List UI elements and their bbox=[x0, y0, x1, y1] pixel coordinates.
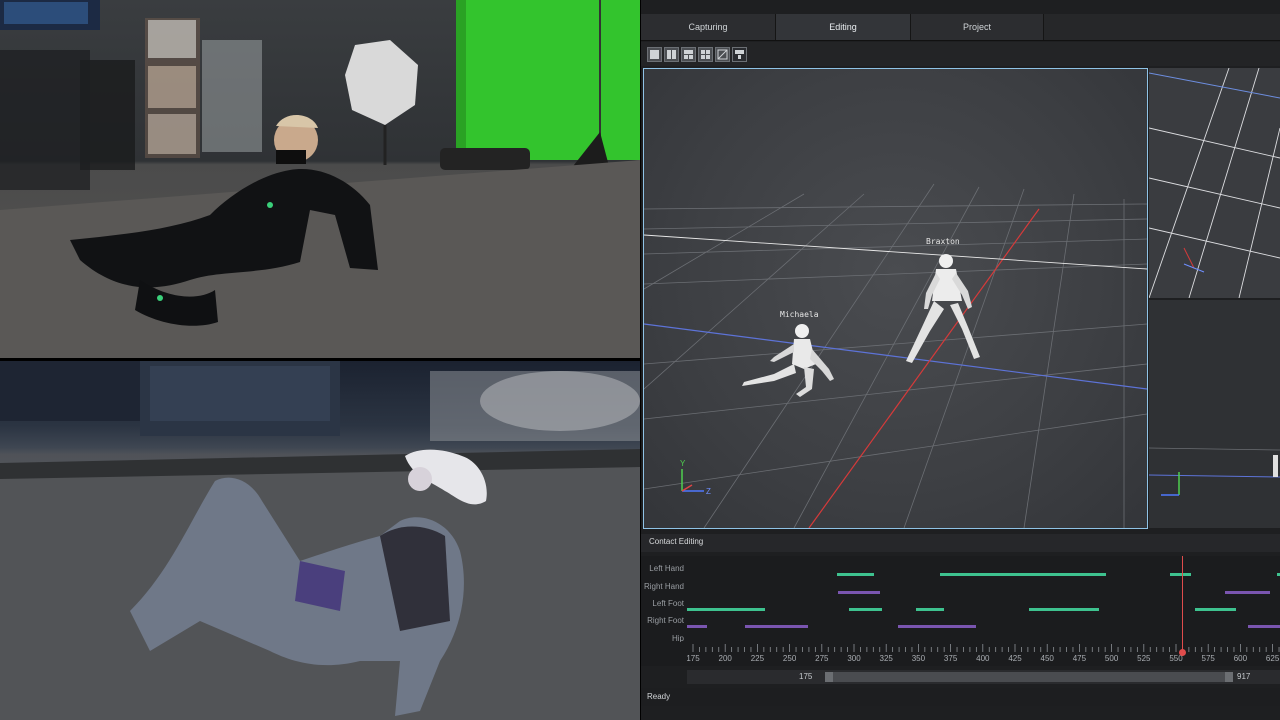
playhead-handle[interactable] bbox=[1178, 649, 1186, 656]
ruler-tick-label: 475 bbox=[1072, 654, 1087, 663]
character-label-michaela: Michaela bbox=[780, 310, 819, 319]
ruler-tick-label: 275 bbox=[815, 654, 829, 663]
contact-bar[interactable] bbox=[898, 625, 976, 628]
ruler-tick-label: 575 bbox=[1201, 654, 1215, 663]
ruler-tick-label: 600 bbox=[1233, 654, 1248, 663]
status-text: Ready bbox=[647, 692, 671, 701]
track-label-left-foot: Left Foot bbox=[652, 599, 684, 608]
character-braxton[interactable] bbox=[892, 249, 992, 374]
main-3d-viewport[interactable]: Michaela Braxton Y Z bbox=[643, 68, 1148, 529]
ruler-tick-label: 200 bbox=[718, 654, 732, 663]
tab-editing[interactable]: Editing bbox=[776, 14, 911, 40]
contact-bar[interactable] bbox=[1170, 573, 1191, 576]
single-view-icon[interactable] bbox=[647, 47, 662, 62]
ruler-tick-label: 350 bbox=[911, 654, 926, 663]
ruler-tick-label: 250 bbox=[782, 654, 797, 663]
view-layout-toolbar bbox=[641, 42, 1280, 66]
ruler-tick-label: 375 bbox=[943, 654, 958, 663]
studio-camera-feed bbox=[0, 0, 640, 358]
game-render-view bbox=[0, 361, 640, 720]
range-slider[interactable] bbox=[825, 672, 1233, 682]
ruler-tick-label: 175 bbox=[686, 654, 700, 663]
contact-editing-header: Contact Editing bbox=[641, 534, 1280, 552]
split-view-icon[interactable] bbox=[732, 47, 747, 62]
axis-label-z: Z bbox=[706, 487, 711, 496]
side-viewport-bottom-grid bbox=[1149, 447, 1280, 496]
contact-bar[interactable] bbox=[837, 573, 874, 576]
mocap-app-window: Capturing Editing Project Michaela Braxt… bbox=[641, 0, 1280, 720]
tab-capturing[interactable]: Capturing bbox=[641, 14, 776, 40]
ruler-tick-label: 325 bbox=[879, 654, 893, 663]
contact-bar[interactable] bbox=[849, 608, 882, 611]
contact-tracks[interactable]: Left Hand Right Hand Left Foot Right Foo… bbox=[641, 556, 1280, 648]
ruler-tick-label: 425 bbox=[1008, 654, 1022, 663]
game-render-image bbox=[0, 361, 640, 720]
track-label-right-foot: Right Foot bbox=[647, 616, 684, 625]
contact-bar[interactable] bbox=[1195, 608, 1236, 611]
ruler-tick-label: 450 bbox=[1040, 654, 1054, 663]
range-end-value: 917 bbox=[1237, 672, 1251, 681]
ruler-tick-label: 500 bbox=[1104, 654, 1119, 663]
character-label-braxton: Braxton bbox=[926, 237, 960, 246]
range-start-handle[interactable] bbox=[825, 672, 833, 682]
contact-editing-title: Contact Editing bbox=[649, 537, 704, 546]
contact-bar[interactable] bbox=[687, 608, 765, 611]
main-tab-bar: Capturing Editing Project bbox=[641, 14, 1280, 41]
side-viewport-bottom[interactable] bbox=[1149, 300, 1280, 528]
timeline-range-bar[interactable]: 175 917 bbox=[687, 670, 1280, 684]
track-label-left-hand: Left Hand bbox=[649, 564, 684, 573]
ruler-tick-label: 300 bbox=[847, 654, 861, 663]
ruler-tick-label: 525 bbox=[1137, 654, 1151, 663]
contact-bar[interactable] bbox=[745, 625, 808, 628]
axis-label-y: Y bbox=[680, 459, 686, 468]
tab-project[interactable]: Project bbox=[911, 14, 1044, 40]
range-start-value: 175 bbox=[799, 672, 813, 681]
three-view-icon[interactable] bbox=[681, 47, 696, 62]
contact-bar[interactable] bbox=[1225, 591, 1270, 594]
ruler-tick-label: 225 bbox=[750, 654, 765, 663]
contact-bar[interactable] bbox=[916, 608, 944, 611]
character-michaela[interactable] bbox=[734, 319, 844, 404]
range-end-handle[interactable] bbox=[1225, 672, 1233, 682]
contact-bar[interactable] bbox=[838, 591, 880, 594]
two-view-icon[interactable] bbox=[664, 47, 679, 62]
ruler-tick-label: 400 bbox=[976, 654, 990, 663]
studio-camera-image bbox=[0, 0, 640, 358]
timeline-ruler[interactable]: 175 200 225 250 275 300 325 350 375 400 425 450 475 5… bbox=[641, 556, 1280, 666]
ruler-tick-label: 625 bbox=[1265, 654, 1280, 663]
contact-bar[interactable] bbox=[687, 625, 707, 628]
contact-bar[interactable] bbox=[1029, 608, 1099, 611]
track-label-right-hand: Right Hand bbox=[643, 582, 684, 591]
custom-layout-icon[interactable] bbox=[715, 47, 730, 62]
contact-bar[interactable] bbox=[1248, 625, 1280, 628]
status-bar: Ready bbox=[641, 688, 1280, 706]
playhead-line bbox=[1182, 556, 1184, 656]
side-viewport-top[interactable] bbox=[1149, 68, 1280, 298]
contact-bar[interactable] bbox=[940, 573, 1106, 576]
side-viewport-top-grid bbox=[1149, 68, 1280, 298]
four-view-icon[interactable] bbox=[698, 47, 713, 62]
